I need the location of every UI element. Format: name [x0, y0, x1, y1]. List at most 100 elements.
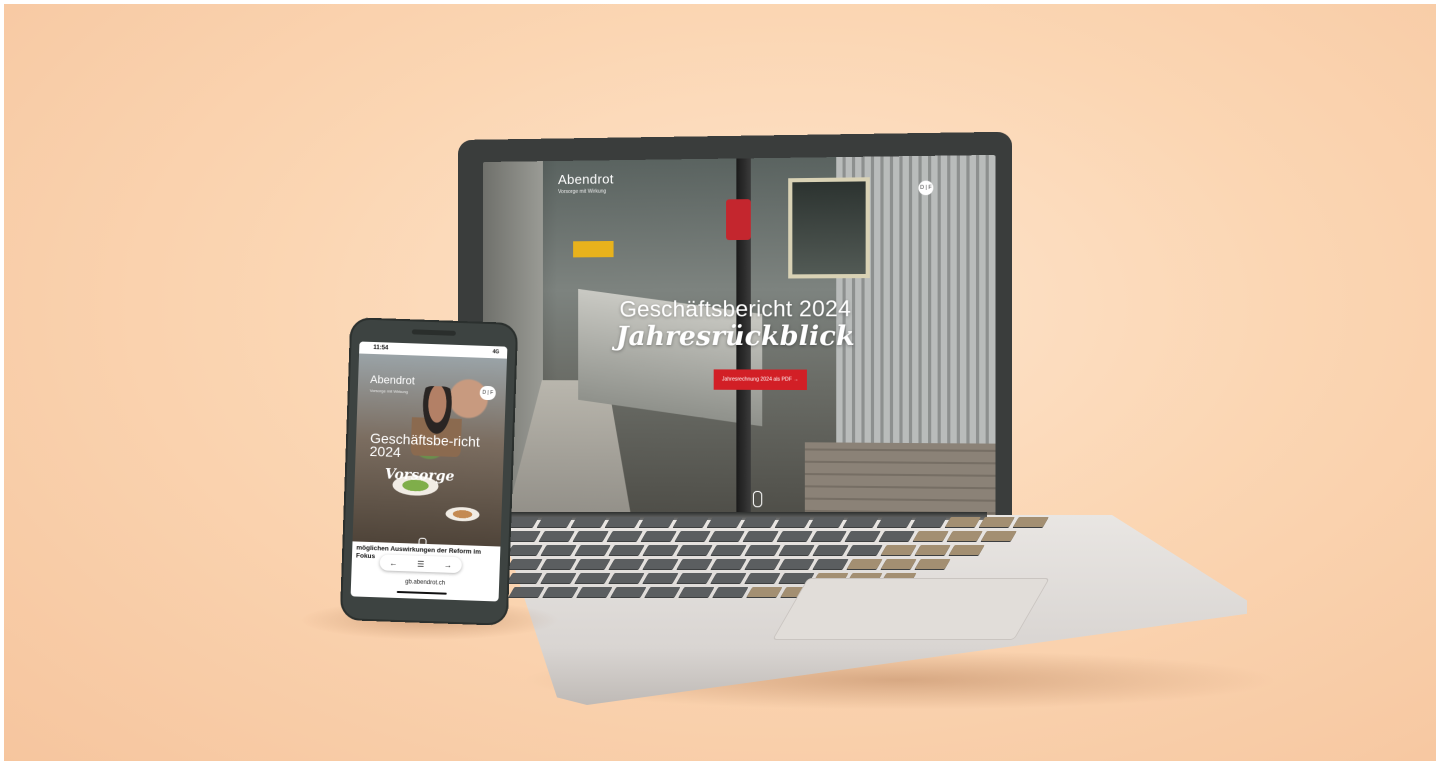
laptop-trackpad	[772, 578, 1050, 640]
keyboard-key	[574, 573, 611, 583]
keyboard-key	[980, 531, 1017, 541]
keyboard-key	[639, 517, 675, 527]
keyboard-key	[506, 545, 543, 555]
site-logo[interactable]: Abendrot	[558, 171, 614, 187]
status-time: 11:54	[373, 344, 389, 352]
keyboard-key	[710, 545, 747, 555]
keyboard-key	[744, 545, 781, 555]
keyboard-key	[744, 573, 781, 583]
keyboard-key	[880, 559, 917, 569]
keyboard-key	[846, 559, 883, 569]
keyboard-key	[1013, 517, 1049, 527]
hero-photo-lifting-beam	[573, 240, 614, 258]
language-toggle[interactable]: D | F	[918, 180, 934, 196]
phone-site-logo[interactable]: Abendrot	[370, 374, 415, 388]
keyboard-key	[576, 587, 613, 597]
status-signal-icon: 4G	[492, 349, 500, 356]
keyboard-key	[914, 559, 951, 569]
smartphone: 11:54 4G Abendrot Vorsorge mit Wirkung D…	[339, 317, 519, 626]
phone-floating-nav: ← ☰ →	[379, 554, 463, 574]
keyboard-key	[812, 559, 849, 569]
keyboard-key	[843, 517, 879, 527]
keyboard-key	[644, 587, 681, 597]
keyboard-key	[537, 517, 573, 527]
keyboard-key	[812, 545, 849, 555]
keyboard-key	[506, 573, 543, 583]
keyboard-key	[572, 531, 609, 541]
keyboard-key	[676, 559, 713, 569]
prev-arrow-icon[interactable]: ←	[389, 558, 397, 567]
keyboard-key	[746, 587, 783, 597]
keyboard-key	[606, 531, 643, 541]
keyboard-key	[642, 573, 679, 583]
next-arrow-icon[interactable]: →	[444, 560, 452, 569]
keyboard-key	[742, 531, 779, 541]
keyboard-key	[605, 517, 641, 527]
keyboard-key	[642, 559, 679, 569]
keyboard-key	[674, 531, 711, 541]
keyboard-key	[571, 517, 607, 527]
keyboard-key	[574, 545, 611, 555]
keyboard-key	[676, 545, 713, 555]
keyboard-key	[775, 517, 811, 527]
laptop-screen: Abendrot Vorsorge mit Wirkung D | F Gesc…	[483, 154, 996, 538]
keyboard-key	[540, 573, 577, 583]
keyboard-key	[574, 559, 611, 569]
phone-screen: 11:54 4G Abendrot Vorsorge mit Wirkung D…	[350, 341, 508, 602]
keyboard-key	[878, 531, 915, 541]
keyboard-key	[707, 517, 743, 527]
phone-site-tagline: Vorsorge mit Wirkung	[369, 387, 409, 395]
keyboard-key	[542, 587, 579, 597]
menu-icon[interactable]: ☰	[417, 559, 424, 568]
keyboard-key	[678, 587, 715, 597]
keyboard-key	[776, 531, 813, 541]
keyboard-key	[538, 531, 575, 541]
phone-language-toggle[interactable]: D | F	[479, 385, 497, 401]
home-indicator[interactable]	[396, 590, 447, 595]
hero-title: Geschäftsbericht 2024	[619, 295, 852, 322]
keyboard-key	[877, 517, 913, 527]
phone-hero-title: Geschäftsbe-richt 2024	[369, 429, 481, 460]
keyboard-key	[608, 573, 645, 583]
keyboard-key	[540, 559, 577, 569]
keyboard-key	[741, 517, 777, 527]
keyboard-key	[508, 587, 545, 597]
scroll-indicator-icon[interactable]	[752, 490, 763, 508]
keyboard-key	[778, 545, 815, 555]
keyboard-key	[710, 559, 747, 569]
keyboard-key	[642, 545, 679, 555]
keyboard-key	[673, 517, 709, 527]
keyboard-key	[914, 545, 951, 555]
keyboard-key	[809, 517, 845, 527]
keyboard-key	[608, 559, 645, 569]
keyboard-key	[608, 545, 645, 555]
keyboard-key	[640, 531, 677, 541]
phone-hero-photo: Abendrot Vorsorge mit Wirkung D | F Gesc…	[352, 353, 507, 551]
keyboard-key	[610, 587, 647, 597]
keyboard-key	[710, 573, 747, 583]
keyboard-key	[846, 545, 883, 555]
hero-photo-crane-hook	[726, 199, 751, 241]
keyboard-key	[946, 531, 983, 541]
keyboard-key	[948, 545, 985, 555]
hero-photo-dish	[445, 506, 480, 522]
keyboard-key	[540, 545, 577, 555]
keyboard-key	[744, 559, 781, 569]
keyboard-key	[676, 573, 713, 583]
phone-speaker	[411, 329, 456, 336]
hero-photo-window	[788, 177, 870, 279]
keyboard-key	[844, 531, 881, 541]
phone-hero-subtitle: Vorsorge	[384, 466, 455, 485]
browser-url[interactable]: gb.abendrot.ch	[351, 577, 499, 588]
site-logo-tagline: Vorsorge mit Wirkung	[558, 188, 607, 196]
keyboard-key	[810, 531, 847, 541]
keyboard-key	[911, 517, 947, 527]
keyboard-key	[912, 531, 949, 541]
keyboard-key	[712, 587, 749, 597]
keyboard-key	[880, 545, 917, 555]
keyboard-key	[708, 531, 745, 541]
keyboard-key	[778, 559, 815, 569]
hero-subtitle: Jahresrückblick	[616, 321, 855, 353]
download-pdf-button[interactable]: Jahresrechnung 2024 als PDF →	[713, 369, 807, 391]
keyboard-key	[979, 517, 1015, 527]
